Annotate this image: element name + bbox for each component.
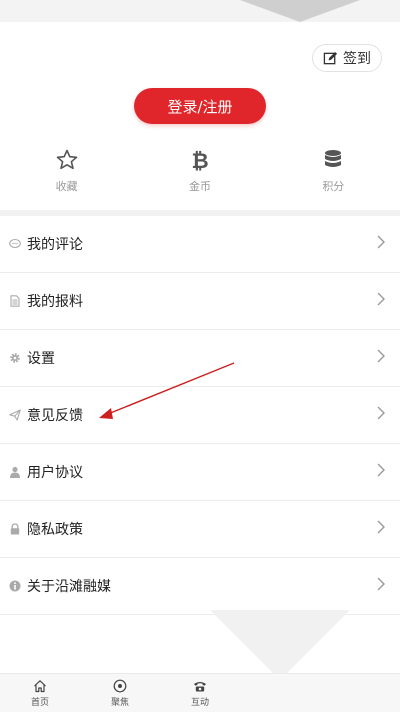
bottom-decoration [210,610,350,680]
menu-item-label: 我的报料 [27,294,83,310]
document-icon [10,295,20,307]
login-label: 登录/注册 [167,97,233,116]
user-stats: 收藏 ₿ 金币 积分 [0,148,400,200]
checkin-label: 签到 [343,51,371,67]
tab-focus[interactable]: 聚焦 [100,679,140,708]
stat-label-coins: 金币 [188,180,211,193]
stat-label-points: 积分 [322,180,345,193]
bottom-tab-bar: 首页 聚焦 互动 [0,673,400,712]
menu-item-label: 关于沿滩融媒 [27,579,111,595]
login-register-button[interactable]: 登录/注册 [134,88,266,124]
database-icon [325,150,342,167]
stat-coins[interactable]: ₿ 金币 [133,148,266,200]
tab-label: 聚焦 [110,697,129,708]
tab-interaction[interactable]: 互动 [180,679,220,708]
stat-favorites[interactable]: 收藏 [0,148,133,200]
chevron-right-icon [377,349,385,363]
top-decoration [0,0,400,22]
focus-icon [113,679,127,692]
menu-item-label: 我的评论 [27,237,83,253]
menu-item-my-tips[interactable]: 我的报料 [0,273,400,330]
tab-label: 互动 [190,697,209,708]
settings-menu: 我的评论 我的报料 设置 意见反馈 用户协议 隐私政策 关于沿滩融媒 [0,216,400,615]
chevron-right-icon [377,463,385,477]
paper-plane-icon [9,409,21,421]
menu-item-user-agreement[interactable]: 用户协议 [0,444,400,501]
info-icon [9,580,21,592]
menu-item-settings[interactable]: 设置 [0,330,400,387]
checkin-button[interactable]: 签到 [312,44,382,72]
stat-label-favorites: 收藏 [55,180,78,193]
svg-text:₿: ₿ [191,149,208,172]
bitcoin-icon: ₿ [191,149,208,172]
stat-points[interactable]: 积分 [267,148,400,200]
menu-item-label: 意见反馈 [27,408,83,424]
menu-item-label: 用户协议 [27,465,83,481]
gear-icon [10,353,20,363]
menu-item-feedback[interactable]: 意见反馈 [0,387,400,444]
menu-item-about[interactable]: 关于沿滩融媒 [0,558,400,615]
phone-icon [194,681,206,691]
star-icon [56,149,77,170]
chevron-right-icon [377,235,385,249]
menu-item-label: 设置 [27,351,55,367]
user-icon [10,466,20,478]
menu-item-privacy-policy[interactable]: 隐私政策 [0,501,400,558]
home-icon [34,679,46,692]
menu-item-label: 隐私政策 [27,522,83,538]
chevron-right-icon [377,520,385,534]
tab-label: 首页 [30,697,49,708]
tab-home[interactable]: 首页 [20,679,60,708]
comment-icon [9,238,21,249]
chevron-right-icon [377,406,385,420]
chevron-right-icon [377,577,385,591]
menu-item-my-comments[interactable]: 我的评论 [0,216,400,273]
chevron-right-icon [377,292,385,306]
edit-icon [323,51,338,64]
lock-icon [10,523,20,535]
